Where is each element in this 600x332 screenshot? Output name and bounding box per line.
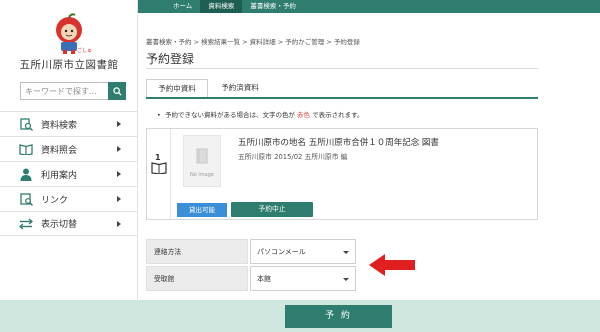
tab-strip: 予約中資料 予約済資料 [146,79,272,98]
nav-material-search[interactable]: 資料検索 [200,0,243,13]
availability-badge: 貸出可能 [177,203,227,217]
contact-method-label: 連絡方法 [146,239,248,264]
chevron-down-icon [343,278,349,281]
person-icon [19,167,33,181]
sidebar-item-material-reference[interactable]: 資料照会 [0,136,137,161]
pickup-library-label: 受取館 [146,266,248,291]
notice-text: • 予約できない資料がある場合は、文字の色が 赤色 で表示されます。 [157,109,363,119]
search-book-icon [19,117,33,131]
search-button[interactable] [108,82,126,100]
no-image-placeholder: No image [183,135,221,187]
sidebar-item-label: 資料照会 [41,145,78,156]
sidebar-search [20,82,126,100]
annotation-arrow-icon [369,254,415,276]
open-book-icon [19,142,33,156]
keyword-search-input[interactable] [21,83,109,99]
pickup-library-row: 受取館 本館 [146,266,358,291]
chevron-right-icon [117,171,121,177]
library-name: 五所川原市立図書館 [19,59,119,71]
pickup-library-value: 本館 [257,275,271,283]
sidebar-item-label: 利用案内 [41,170,78,181]
item-title[interactable]: 五所川原市の地名 五所川原市合併１０周年記念 図書 [238,136,439,148]
chevron-right-icon [117,146,121,152]
breadcrumb[interactable]: 叢書検索・予約 > 検索結果一覧 > 資料詳細 > 予約かご管理 > 予約登録 [146,36,360,46]
chevron-right-icon [117,221,121,227]
title-divider [146,68,538,69]
sidebar-item-label: 表示切替 [41,220,78,230]
reservation-item: 1 No image 五所川原市の地名 五所川原市合併１０周年記念 図書 五所川… [146,128,538,220]
tab-underline [146,97,538,99]
nav-home[interactable]: ホーム [165,0,200,13]
sidebar-item-links[interactable]: リンク [0,186,137,211]
sidebar-item-material-search[interactable]: 資料検索 [0,111,137,136]
notice-after: で表示されます。 [312,111,364,119]
cancel-reservation-button[interactable]: 予約中止 [231,202,313,217]
contact-method-row: 連絡方法 パソコンメール [146,239,358,264]
swap-arrows-icon [19,217,33,231]
nav-series-search[interactable]: 叢書検索・予約 [242,0,304,13]
sidebar-item-usage-guide[interactable]: 利用案内 [0,161,137,186]
contact-method-value: パソコンメール [257,248,306,256]
book-icon [151,162,167,174]
notice-before: 予約できない資料がある場合は、文字の色が [164,111,295,119]
link-icon [19,192,33,206]
library-mascot-logo[interactable]: ごしゅ [46,10,92,56]
chevron-right-icon [117,196,121,202]
sidebar-item-label: リンク [41,195,69,206]
tab-reserving[interactable]: 予約中資料 [146,79,208,98]
sidebar-menu: 資料検索 資料照会 利用案内 リンク 表示切替 [0,111,137,236]
sidebar-item-label: 資料検索 [41,120,78,131]
svg-text:ごしゅ: ごしゅ [77,47,92,54]
chevron-right-icon [117,121,121,127]
chevron-down-icon [343,251,349,254]
sidebar: ごしゅ 五所川原市立図書館 資料検索 [0,0,138,300]
no-image-label: No image [190,172,214,178]
tab-reserved[interactable]: 予約済資料 [208,79,272,98]
page-title: 予約登録 [146,52,195,66]
bullet: • [157,111,165,119]
notice-red-word: 赤色 [297,111,311,119]
item-number: 1 [155,153,161,162]
top-nav: ホーム 資料検索 叢書検索・予約 [165,0,304,13]
sidebar-item-display-switch[interactable]: 表示切替 [0,211,137,236]
item-index-cell: 1 [147,129,171,219]
search-icon [112,86,122,96]
contact-method-select[interactable]: パソコンメール [250,239,356,264]
item-meta: 五所川原市 2015/02 五所川原市 編 [238,153,348,161]
reserve-button[interactable]: 予 約 [285,305,392,328]
book-placeholder-icon [196,148,208,164]
pickup-library-select[interactable]: 本館 [250,266,356,291]
